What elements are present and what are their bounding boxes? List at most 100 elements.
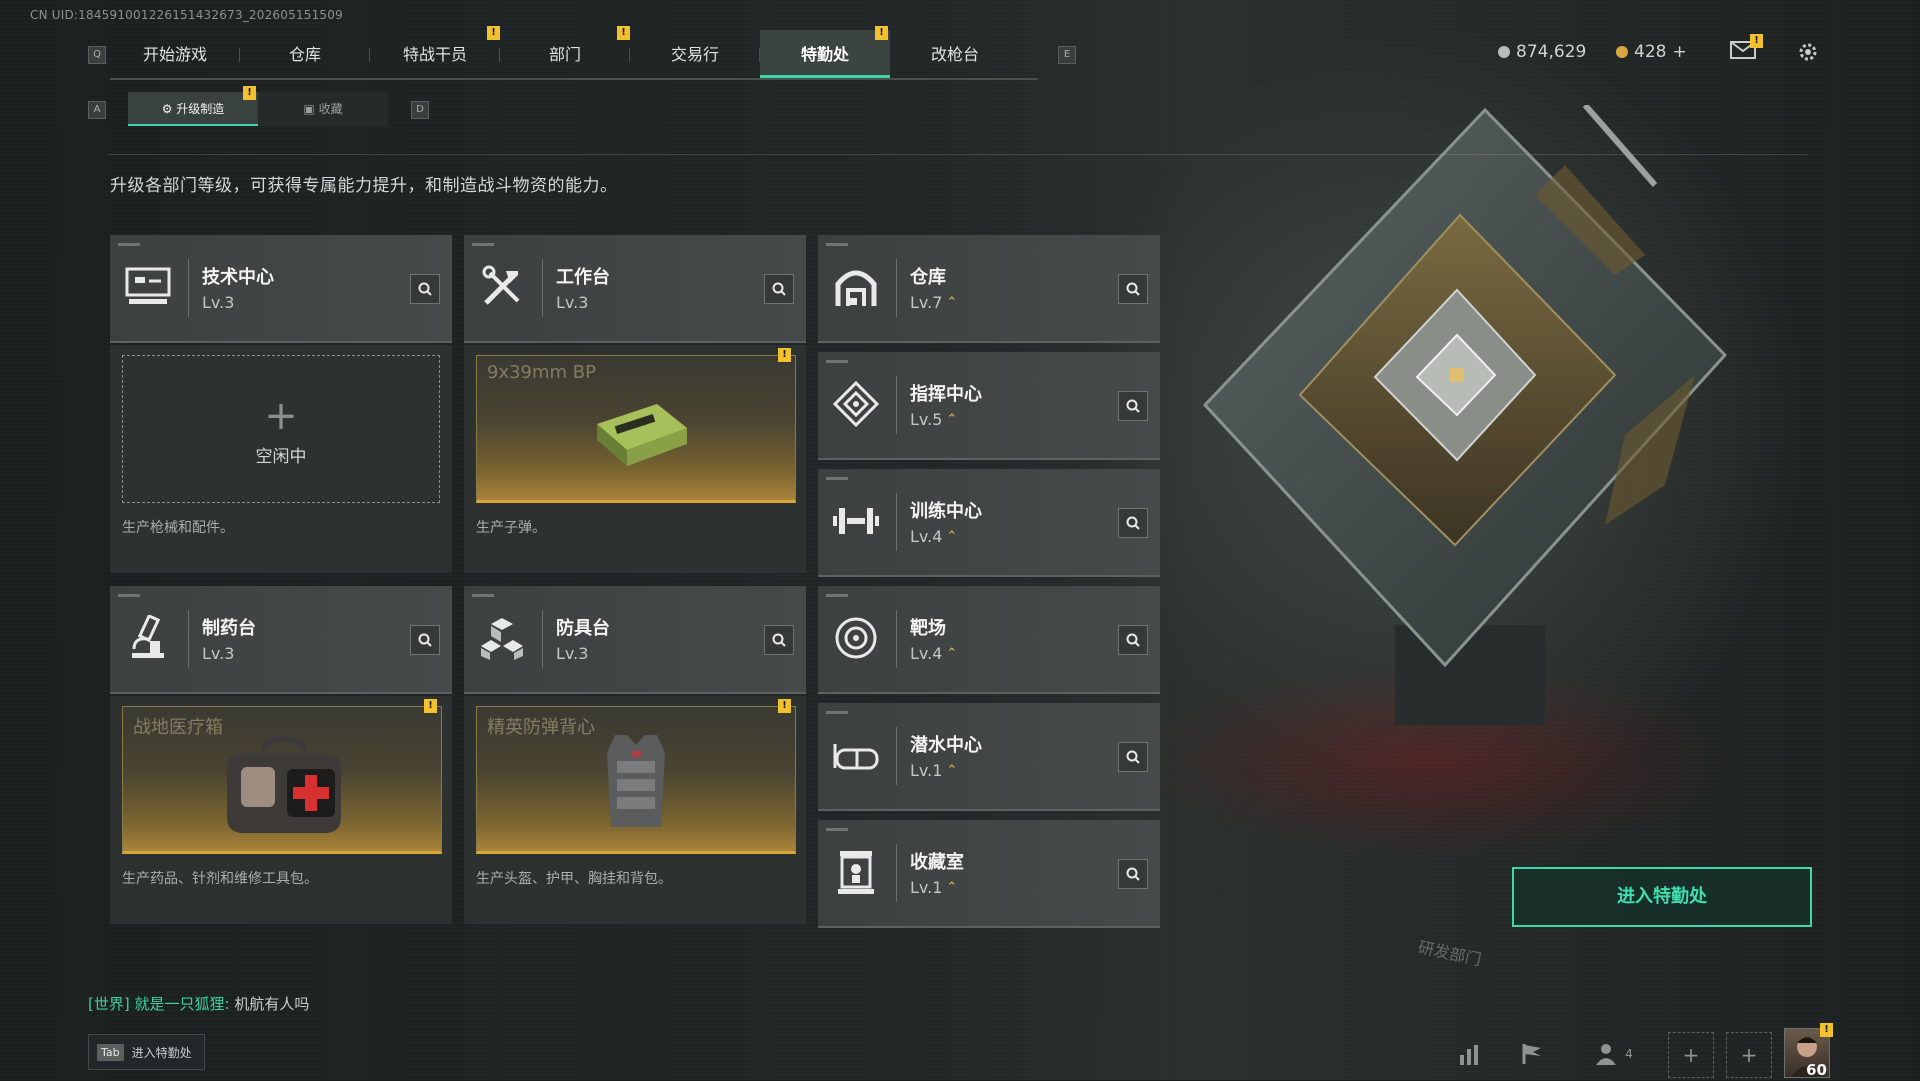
squad-button[interactable]: 4 [1586,1032,1642,1076]
card-divider [896,727,897,785]
production-panel-armor[interactable]: 精英防弹背心 ! 生产头盔、护甲、胸挂和背包。 [464,696,806,924]
tab-trade[interactable]: 交易行 [630,30,760,78]
dept-card-warehouse[interactable]: 仓库 Lv.7 ⌃ [818,235,1160,343]
squad-icon [1596,1044,1617,1065]
level-text: Lv.4 [910,644,943,663]
card-tag [118,594,140,597]
invite-slot-button[interactable]: + [1668,1032,1714,1078]
tab-shortcut-hint[interactable]: Tab 进入特勤处 [88,1034,205,1070]
token-amount: 428 [1634,42,1667,62]
search-button[interactable] [764,625,794,655]
tab-label: 部门 [548,45,581,64]
collection-icon: ▣ [303,102,315,116]
search-button[interactable] [1118,508,1148,538]
production-slot-active[interactable]: 战地医疗箱 [122,706,442,854]
production-slot-active[interactable]: 9x39mm BP [476,355,796,503]
card-divider [896,493,897,551]
nav-next-key[interactable]: E [1058,46,1076,64]
warning-badge: ! [1820,1023,1833,1037]
dept-card-workbench[interactable]: 工作台 Lv.3 [464,235,806,343]
gear-icon[interactable] [1796,40,1820,64]
dept-card-tech-center[interactable]: 技术中心 Lv.3 [110,235,452,343]
dept-name: 仓库 [910,267,946,288]
subnav-next-key[interactable]: D [411,101,429,119]
add-token-button[interactable]: + [1672,42,1686,62]
card-divider [896,610,897,668]
search-button[interactable] [410,274,440,304]
dept-name: 指挥中心 [910,384,982,405]
chat-sender: 就是一只狐狸: [134,995,230,1013]
level-text: Lv.4 [910,527,943,546]
card-divider [542,610,543,668]
warehouse-icon [828,259,884,315]
flag-icon[interactable] [1510,1032,1554,1076]
tab-special-ops[interactable]: 特勤处! [760,26,890,78]
search-button[interactable] [1118,391,1148,421]
search-icon [1126,399,1140,413]
tab-key: Tab [97,1043,124,1061]
search-icon [1126,867,1140,881]
mail-icon[interactable]: ! [1730,34,1763,60]
dept-card-armor-bench[interactable]: 防具台 Lv.3 [464,586,806,694]
stats-icon[interactable] [1448,1032,1492,1076]
tab-departments[interactable]: 部门! [500,26,630,78]
dept-card-training-center[interactable]: 训练中心 Lv.4 ⌃ [818,469,1160,577]
token-balance[interactable]: 428 + [1616,42,1687,62]
dept-card-command-center[interactable]: 指挥中心 Lv.5 ⌃ [818,352,1160,460]
level-text: Lv.3 [556,644,589,663]
production-slot-idle[interactable]: + 空闲中 [122,355,440,503]
card-tag [826,711,848,714]
dept-name: 潜水中心 [910,735,982,756]
dept-name: 靶场 [910,618,946,639]
enter-special-ops-button[interactable]: 进入特勤处 [1512,867,1812,927]
warning-badge: ! [1750,34,1763,48]
card-tag [826,243,848,246]
dept-level: Lv.7 ⌃ [910,293,957,312]
subnav-prev-key[interactable]: A [88,101,106,119]
tab-warehouse[interactable]: 仓库 [240,30,370,78]
nav-prev-key[interactable]: Q [88,46,106,64]
item-name: 战地医疗箱 [133,717,223,738]
production-description: 生产枪械和配件。 [122,520,234,536]
search-button[interactable] [1118,742,1148,772]
tab-label: 仓库 [288,45,321,64]
card-tag [826,594,848,597]
player-avatar[interactable]: 60 ! [1784,1023,1833,1079]
search-icon [1126,750,1140,764]
search-button[interactable] [1118,859,1148,889]
search-icon [772,633,786,647]
subtab-upgrade-craft[interactable]: ⚙ 升级制造 ! [128,86,258,126]
subtab-collection[interactable]: ▣ 收藏 [258,92,388,126]
world-chat-message[interactable]: [世界] 就是一只狐狸: 机航有人吗 [88,993,309,1014]
search-button[interactable] [764,274,794,304]
tab-gunsmith[interactable]: 改枪台 [890,30,1020,78]
dept-card-collection-room[interactable]: 收藏室 Lv.1 ⌃ [818,820,1160,928]
dept-name: 防具台 [556,618,610,639]
production-panel-workbench[interactable]: 9x39mm BP ! 生产子弹。 [464,345,806,573]
search-button[interactable] [1118,274,1148,304]
production-panel-pharmacy[interactable]: 战地医疗箱 ! 生产药品、针剂和维修工具包。 [110,696,452,924]
production-description: 生产子弹。 [476,520,546,536]
goggles-icon [828,727,884,783]
card-tag [472,243,494,246]
tab-start-game[interactable]: 开始游戏 [110,30,240,78]
upgrade-available-icon: ⌃ [946,762,958,778]
dept-card-pharmacy[interactable]: 制药台 Lv.3 [110,586,452,694]
squad-count: 4 [1625,1047,1633,1061]
production-slot-active[interactable]: 精英防弹背心 [476,706,796,854]
search-button[interactable] [410,625,440,655]
production-panel-tech[interactable]: + 空闲中 生产枪械和配件。 [110,345,452,573]
tab-label: 交易行 [670,45,719,64]
dept-card-shooting-range[interactable]: 靶场 Lv.4 ⌃ [818,586,1160,694]
chat-text: 机航有人吗 [234,995,310,1013]
tab-operators[interactable]: 特战干员! [370,26,500,78]
idle-indicator: + 空闲中 [123,396,439,467]
top-nav: 开始游戏 仓库 特战干员! 部门! 交易行 特勤处! 改枪台 [110,26,1038,80]
dept-card-diving-center[interactable]: 潜水中心 Lv.1 ⌃ [818,703,1160,811]
search-button[interactable] [1118,625,1148,655]
invite-slot-button[interactable]: + [1726,1032,1772,1078]
command-icon [828,376,884,432]
display-case-icon [828,844,884,900]
tab-label: 特战干员 [402,45,467,64]
dept-name: 工作台 [556,267,610,288]
